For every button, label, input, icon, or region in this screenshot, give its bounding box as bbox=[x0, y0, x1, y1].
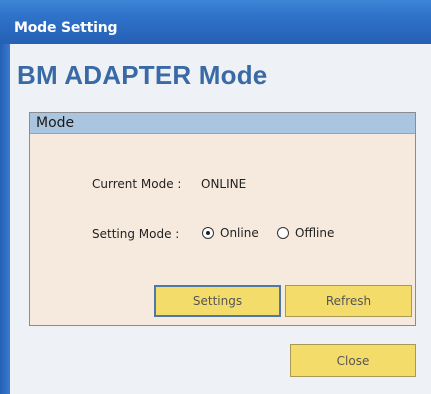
online-radio[interactable]: Online bbox=[202, 226, 259, 240]
setting-mode-label: Setting Mode : bbox=[92, 227, 180, 241]
mode-setting-window: Mode Setting BM ADAPTER Mode Mode Curren… bbox=[0, 0, 431, 394]
close-button[interactable]: Close bbox=[290, 344, 416, 377]
page-heading: BM ADAPTER Mode bbox=[17, 60, 268, 90]
offline-radio[interactable]: Offline bbox=[277, 226, 334, 240]
refresh-button[interactable]: Refresh bbox=[285, 285, 412, 317]
window-left-border bbox=[0, 44, 10, 394]
current-mode-label: Current Mode : bbox=[92, 177, 182, 191]
mode-group-box: Mode Current Mode : ONLINE Setting Mode … bbox=[29, 112, 416, 326]
current-mode-value: ONLINE bbox=[201, 177, 247, 191]
online-radio-label: Online bbox=[220, 226, 259, 240]
offline-radio-label: Offline bbox=[295, 226, 335, 240]
radio-selected-icon bbox=[202, 227, 214, 239]
mode-group-header: Mode bbox=[30, 113, 415, 134]
title-bar[interactable]: Mode Setting bbox=[0, 0, 431, 44]
window-title: Mode Setting bbox=[14, 20, 118, 36]
radio-unselected-icon bbox=[277, 227, 289, 239]
mode-group-title: Mode bbox=[36, 115, 75, 131]
settings-button[interactable]: Settings bbox=[154, 285, 281, 317]
